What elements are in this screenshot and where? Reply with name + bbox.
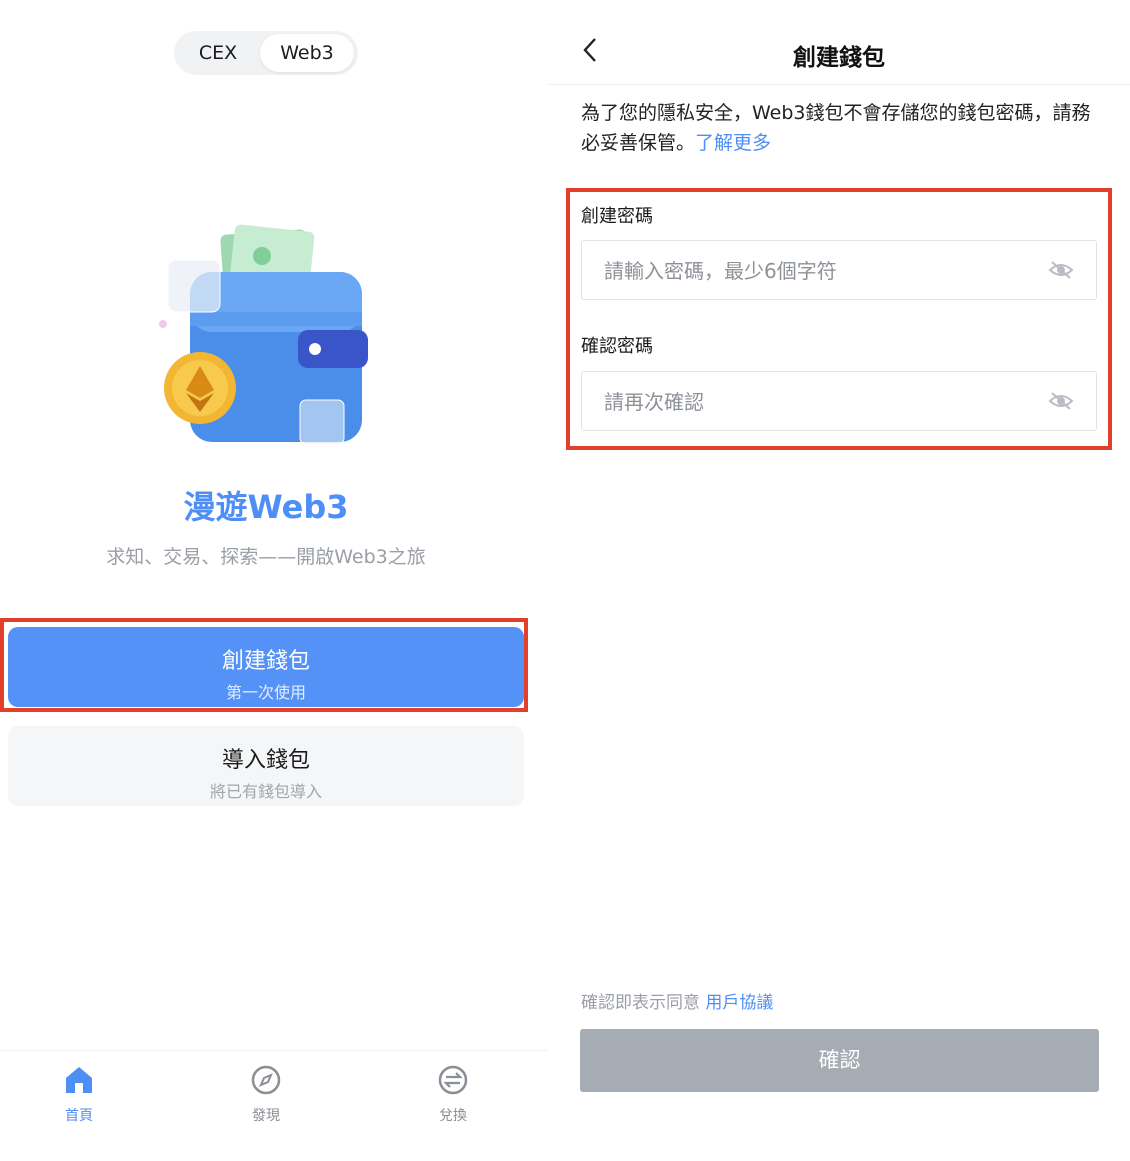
header: 創建錢包 bbox=[548, 0, 1130, 85]
home-icon bbox=[66, 1067, 92, 1093]
nav-label-discover: 發現 bbox=[252, 1108, 280, 1124]
confirm-password-input[interactable] bbox=[602, 372, 1036, 432]
cex-web3-switch: CEX Web3 bbox=[174, 31, 358, 75]
switch-option-web3[interactable]: Web3 bbox=[260, 34, 354, 72]
password-input[interactable] bbox=[602, 241, 1036, 301]
page-title: 創建錢包 bbox=[793, 45, 885, 71]
eye-off-icon[interactable] bbox=[1048, 259, 1074, 281]
create-wallet-subtitle: 第一次使用 bbox=[225, 683, 306, 702]
password-label: 創建密碼 bbox=[581, 206, 653, 227]
password-field bbox=[581, 240, 1097, 301]
swap-icon bbox=[438, 1065, 468, 1095]
eye-off-icon[interactable] bbox=[1048, 390, 1074, 412]
hero-subtitle: 求知、交易、探索——開啟Web3之旅 bbox=[106, 546, 426, 568]
switch-option-cex[interactable]: CEX bbox=[178, 34, 258, 72]
confirm-password-label: 確認密碼 bbox=[581, 336, 653, 357]
user-agreement-link[interactable]: 用戶協議 bbox=[705, 993, 773, 1013]
create-wallet-screen: 創建錢包 為了您的隱私安全，Web3錢包不會存儲您的錢包密碼，請務必妥善保管。了… bbox=[548, 0, 1130, 1160]
privacy-notice: 為了您的隱私安全，Web3錢包不會存儲您的錢包密碼，請務必妥善保管。了解更多 bbox=[581, 98, 1101, 158]
agreement-prefix: 確認即表示同意 bbox=[581, 993, 706, 1013]
learn-more-link[interactable]: 了解更多 bbox=[695, 132, 771, 154]
import-wallet-subtitle: 將已有錢包導入 bbox=[209, 782, 322, 801]
create-wallet-button[interactable]: 創建錢包 第一次使用 bbox=[8, 627, 524, 707]
compass-icon bbox=[251, 1065, 281, 1095]
wallet-illustration bbox=[159, 224, 368, 445]
nav-label-home: 首頁 bbox=[65, 1108, 93, 1124]
nav-item-home[interactable]: 首頁 bbox=[29, 1063, 129, 1125]
create-wallet-title: 創建錢包 bbox=[221, 649, 310, 674]
import-wallet-button[interactable]: 導入錢包 將已有錢包導入 bbox=[8, 726, 524, 806]
hero-title: 漫遊Web3 bbox=[183, 488, 349, 526]
import-wallet-title: 導入錢包 bbox=[221, 748, 310, 773]
privacy-notice-text: 為了您的隱私安全，Web3錢包不會存儲您的錢包密碼，請務必妥善保管。 bbox=[581, 102, 1091, 154]
confirm-password-field bbox=[581, 371, 1097, 432]
web3-home-screen: CEX Web3 漫遊Web3 求知、交易、探索——開啟Web3之旅 創建錢包 … bbox=[0, 0, 548, 1160]
confirm-button[interactable]: 確認 bbox=[580, 1029, 1099, 1092]
agreement-text: 確認即表示同意 用戶協議 bbox=[581, 988, 773, 1013]
nav-label-swap: 兌換 bbox=[439, 1108, 467, 1124]
bottom-nav: 首頁 發現 兌換 bbox=[0, 1050, 548, 1161]
nav-item-discover[interactable]: 發現 bbox=[216, 1063, 316, 1125]
nav-item-swap[interactable]: 兌換 bbox=[403, 1063, 503, 1125]
